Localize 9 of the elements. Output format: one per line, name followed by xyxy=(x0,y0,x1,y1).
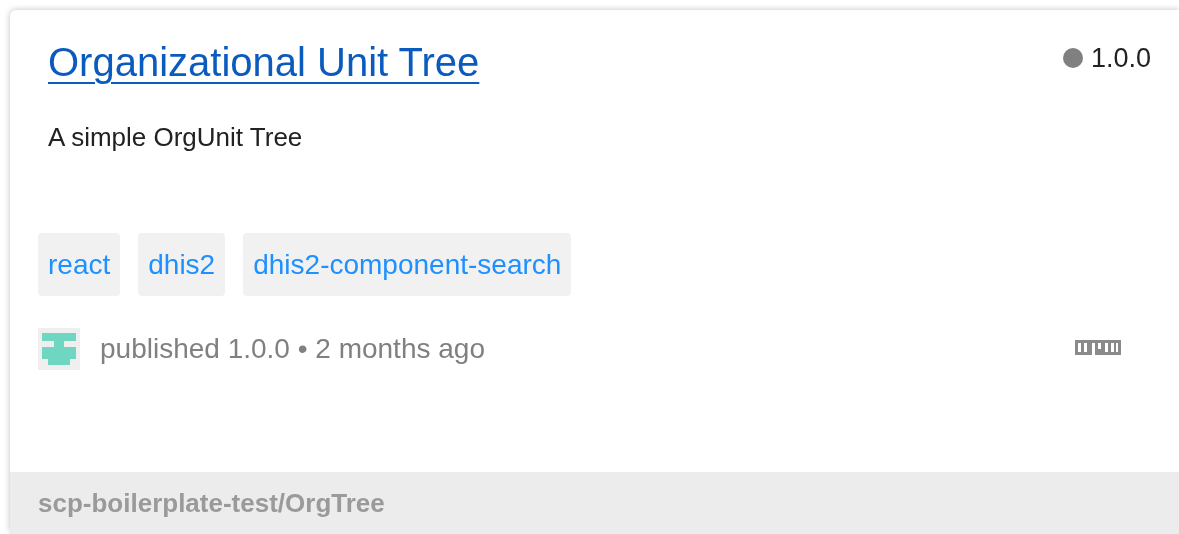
avatar-icon xyxy=(38,328,80,371)
package-description: A simple OrgUnit Tree xyxy=(48,121,304,154)
keyword-tag[interactable]: react xyxy=(38,233,121,297)
repository-path: scp-boilerplate-test/OrgTree xyxy=(38,486,385,520)
package-title-link[interactable]: Organizational Unit Tree xyxy=(48,38,480,86)
keyword-tag[interactable]: dhis2-component-search xyxy=(243,233,572,297)
keyword-tag[interactable]: dhis2 xyxy=(138,233,226,297)
published-info: published 1.0.0 • 2 months ago xyxy=(100,332,485,367)
version-label: 1.0.0 xyxy=(1090,42,1151,75)
